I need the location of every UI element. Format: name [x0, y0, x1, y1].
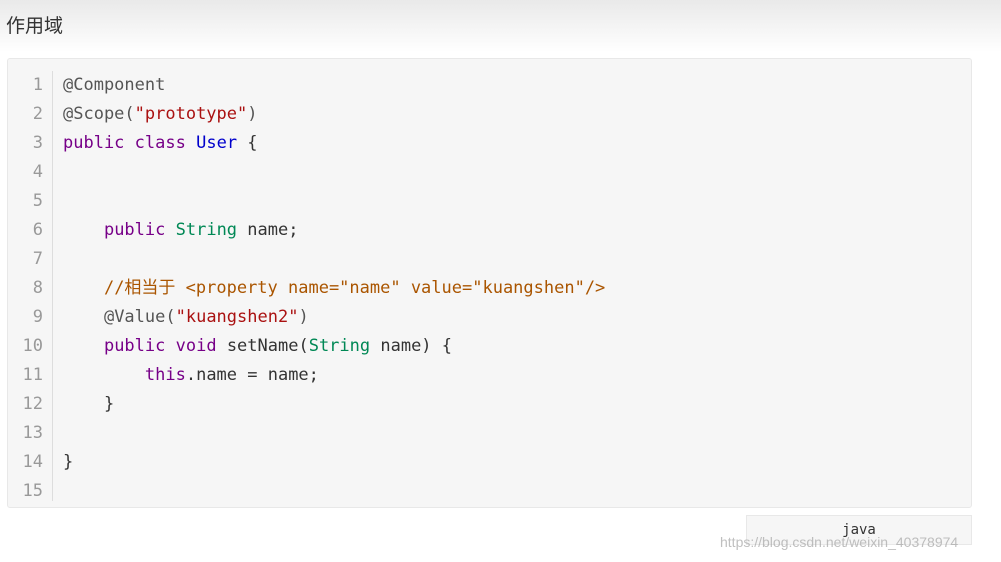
line-number: 9	[32, 307, 43, 327]
line-number-gutter: 1 2 3 4 5 6 7 8 9 10 11 12 13 14 15	[8, 71, 53, 501]
code-line: }	[63, 448, 971, 477]
code-token: public	[103, 220, 166, 240]
code-token: String	[175, 220, 238, 240]
code-line: @Scope("prototype")	[63, 100, 971, 129]
line-number: 13	[22, 423, 43, 443]
code-token: name;	[237, 220, 299, 240]
code-line: this.name = name;	[63, 361, 971, 390]
code-token: }	[63, 452, 74, 472]
code-line: @Value("kuangshen2")	[63, 303, 971, 332]
code-line: @Component	[63, 71, 971, 100]
code-token: setName(	[216, 336, 309, 356]
code-token: void	[175, 336, 217, 356]
code-token: public	[63, 133, 125, 153]
line-number: 4	[32, 162, 43, 182]
code-token: public	[103, 336, 166, 356]
code-line: //相当于 <property name="name" value="kuang…	[63, 274, 971, 303]
code-token: {	[237, 133, 258, 153]
code-token: @Scope(	[63, 104, 135, 124]
line-number: 1	[32, 75, 43, 95]
code-token: @Component	[63, 75, 166, 95]
code-line: public String name;	[63, 216, 971, 245]
code-block[interactable]: 1 2 3 4 5 6 7 8 9 10 11 12 13 14 15 @Component @Scope("…	[7, 58, 972, 508]
line-number: 11	[22, 365, 43, 385]
line-number: 6	[32, 220, 43, 240]
code-content[interactable]: @Component @Scope("prototype") public clas…	[63, 71, 971, 506]
code-token: }	[63, 394, 115, 414]
page-title: 作用域	[6, 15, 64, 37]
code-token: class	[134, 133, 186, 153]
line-number: 5	[32, 191, 43, 211]
code-token: //相当于 <property name="name" value="kuang…	[103, 278, 606, 298]
top-bar: 作用域	[0, 0, 1001, 52]
code-line: public void setName(String name) {	[63, 332, 971, 361]
code-token: .name = name;	[185, 365, 319, 385]
line-number: 12	[22, 394, 43, 414]
code-token: @Value(	[103, 307, 176, 327]
code-token: String	[308, 336, 371, 356]
code-token: User	[196, 133, 238, 153]
line-number: 15	[22, 481, 43, 501]
line-number: 3	[32, 133, 43, 153]
code-token: name) {	[370, 336, 453, 356]
line-number: 8	[32, 278, 43, 298]
code-token: this	[144, 365, 186, 385]
code-token: "prototype"	[134, 104, 248, 124]
line-number: 10	[22, 336, 43, 356]
line-number: 7	[32, 249, 43, 269]
code-line: }	[63, 390, 971, 419]
code-line: public class User {	[63, 129, 971, 158]
line-number: 2	[32, 104, 43, 124]
code-token: )	[298, 307, 309, 327]
code-token: "kuangshen2"	[175, 307, 299, 327]
code-token: )	[247, 104, 258, 124]
line-number: 14	[22, 452, 43, 472]
watermark: https://blog.csdn.net/weixin_40378974	[720, 534, 959, 550]
